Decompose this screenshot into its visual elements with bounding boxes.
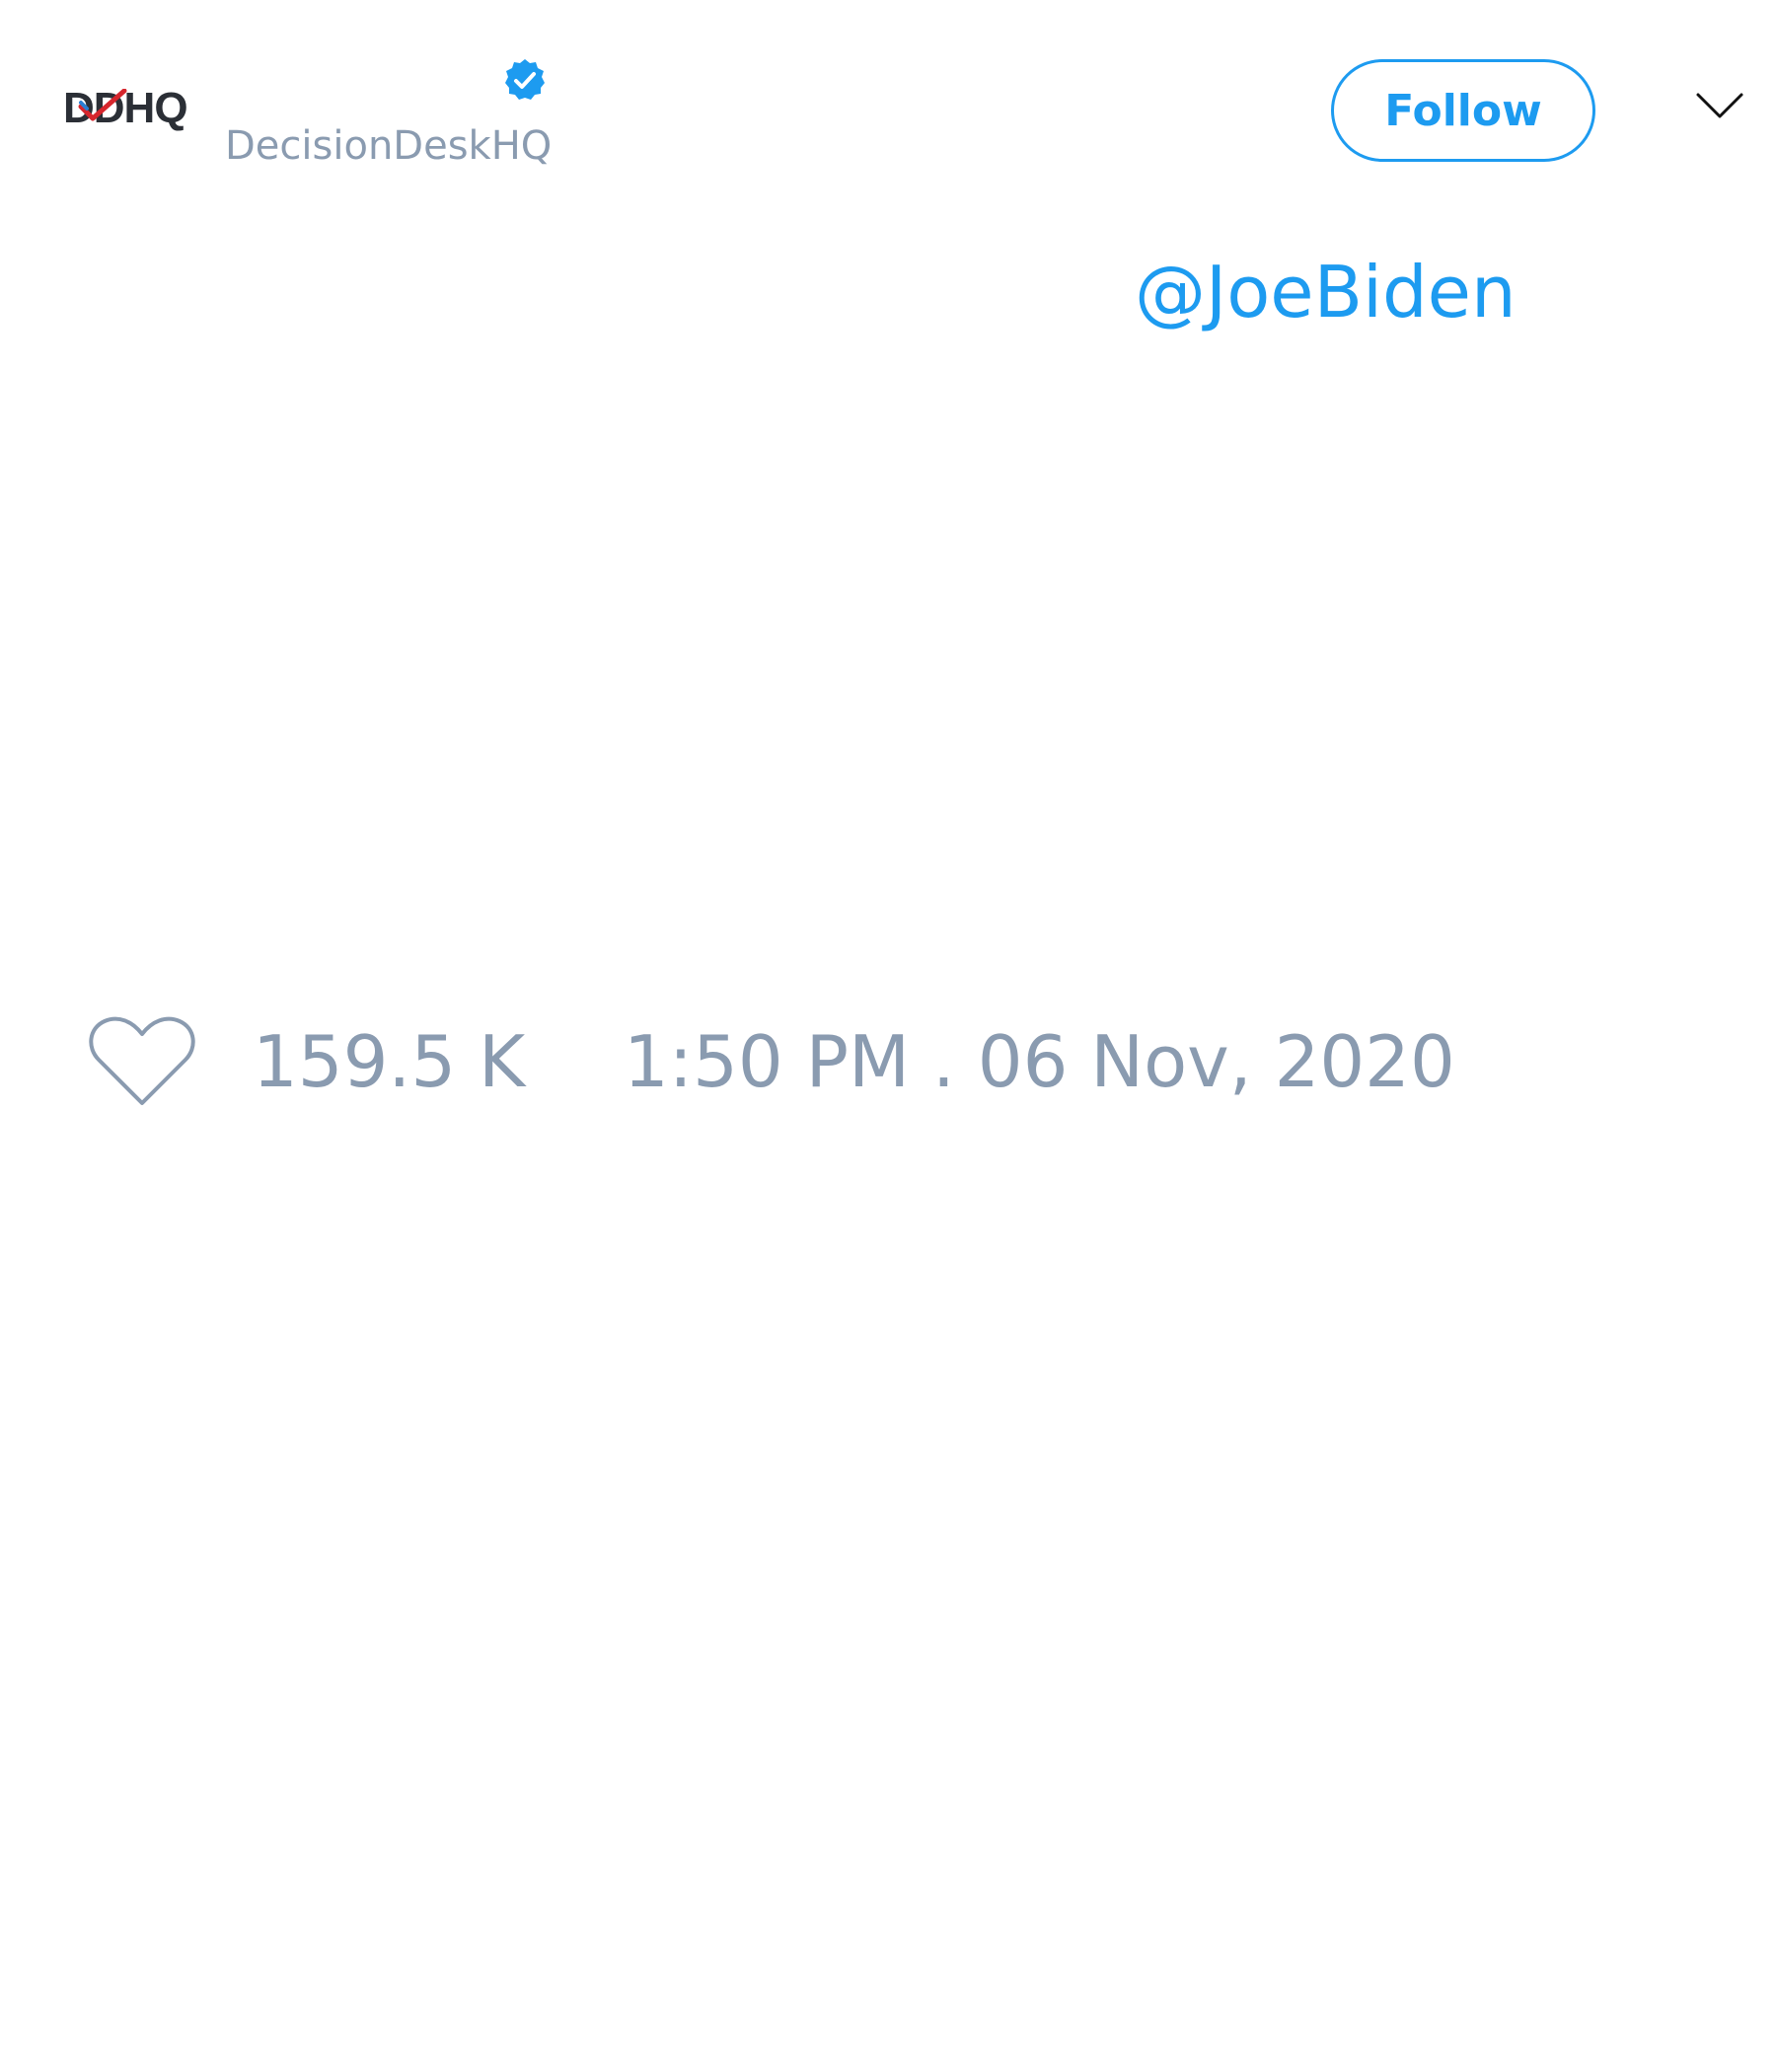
tweet-header: DDHQ DecisionDeskHQ Follow xyxy=(0,0,1776,197)
chevron-down-icon[interactable] xyxy=(1695,91,1744,120)
tweet-timestamp[interactable]: 1:50 PM . 06 Nov, 2020 xyxy=(624,1026,1455,1097)
heart-icon[interactable] xyxy=(87,1012,197,1111)
verified-badge-icon xyxy=(505,59,545,100)
avatar-check-mark-icon xyxy=(78,89,127,121)
avatar[interactable]: DDHQ xyxy=(63,81,197,140)
mention-link[interactable]: @JoeBiden xyxy=(1135,257,1517,328)
user-handle[interactable]: DecisionDeskHQ xyxy=(225,126,552,166)
tweet-footer: 159.5 K 1:50 PM . 06 Nov, 2020 xyxy=(0,1006,1776,1135)
tweet-body: @JoeBiden xyxy=(0,227,1776,977)
follow-button[interactable]: Follow xyxy=(1331,59,1595,162)
like-count: 159.5 K xyxy=(253,1020,526,1103)
